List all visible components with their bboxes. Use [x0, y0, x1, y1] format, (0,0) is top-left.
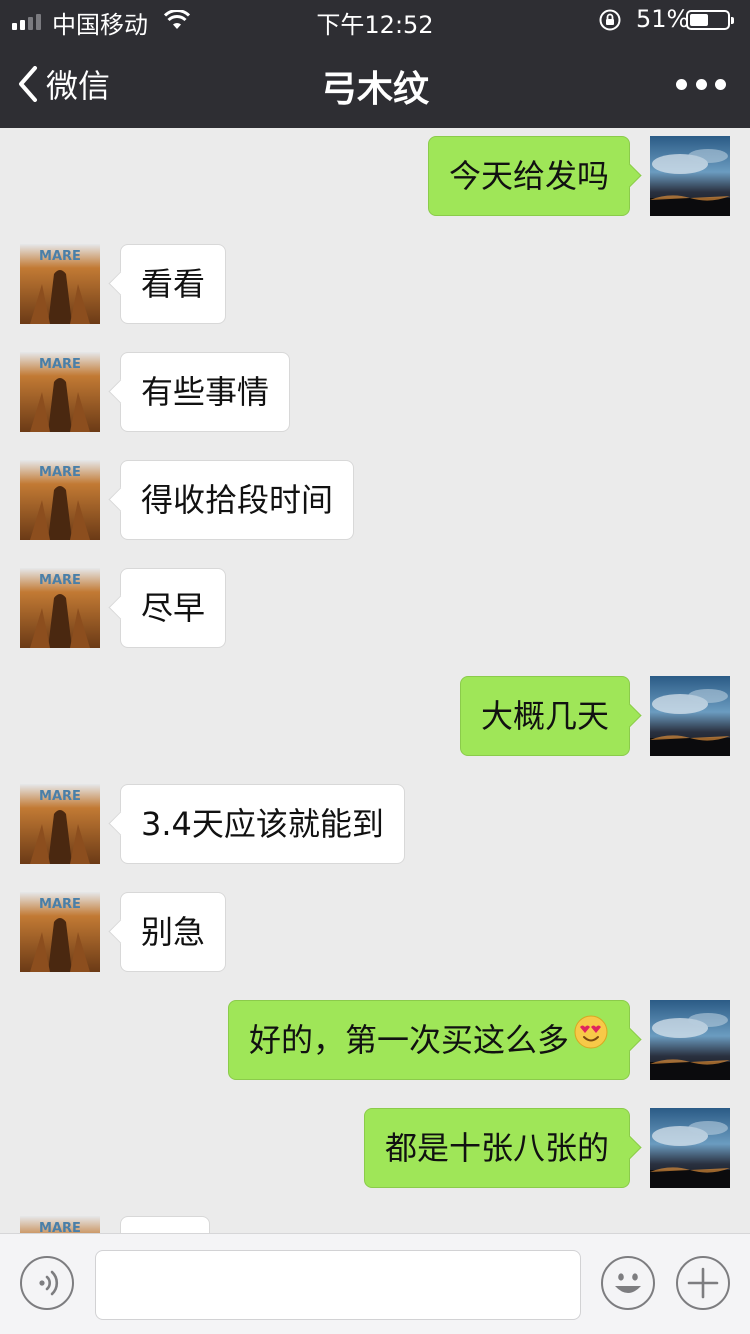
- voice-icon: [39, 1270, 59, 1296]
- received-message-bubble[interactable]: 看看: [120, 244, 227, 324]
- message-row: MARE: [0, 1216, 750, 1233]
- emoji-button[interactable]: [601, 1256, 655, 1310]
- message-row: MARE 有些事情: [0, 352, 750, 432]
- svg-text:MARE: MARE: [39, 357, 81, 372]
- message-row: MARE 别急: [0, 892, 750, 972]
- my-avatar[interactable]: [650, 676, 730, 756]
- contact-avatar[interactable]: MARE: [20, 460, 100, 540]
- heart-eyes-emoji-icon: [573, 1000, 609, 1078]
- svg-text:MARE: MARE: [39, 897, 81, 912]
- my-avatar[interactable]: [650, 136, 730, 216]
- message-row: 大概几天: [0, 676, 750, 756]
- received-message-bubble[interactable]: 得收拾段时间: [120, 460, 355, 540]
- message-row: MARE 尽早: [0, 568, 750, 648]
- smiley-icon: [615, 1273, 641, 1293]
- my-avatar[interactable]: [650, 1108, 730, 1188]
- message-input[interactable]: [95, 1250, 581, 1320]
- battery-level: [690, 14, 708, 26]
- svg-text:MARE: MARE: [39, 465, 81, 480]
- message-row: 都是十张八张的: [0, 1108, 750, 1188]
- message-row: 今天给发吗: [0, 136, 750, 216]
- battery-icon: [686, 10, 734, 30]
- more-functions-button[interactable]: [676, 1256, 730, 1310]
- svg-text:MARE: MARE: [39, 573, 81, 588]
- more-options-button[interactable]: [676, 70, 726, 98]
- battery-percent: 51%: [636, 5, 690, 33]
- contact-avatar[interactable]: MARE: [20, 1216, 100, 1233]
- svg-text:MARE: MARE: [39, 789, 81, 804]
- my-avatar[interactable]: [650, 1000, 730, 1080]
- nav-bar: 微信 弓木纹: [0, 40, 750, 128]
- contact-avatar[interactable]: MARE: [20, 892, 100, 972]
- contact-avatar[interactable]: MARE: [20, 568, 100, 648]
- svg-text:MARE: MARE: [39, 249, 81, 264]
- chat-history[interactable]: 今天给发吗 MARE 看看 MARE 有些事情 MARE 得收拾段时间 MARE…: [0, 128, 750, 1233]
- status-bar: 中国移动 下午12:52 51%: [0, 0, 750, 40]
- contact-avatar[interactable]: MARE: [20, 352, 100, 432]
- message-text: 好的，第一次买这么多: [248, 1021, 569, 1059]
- message-row: MARE 看看: [0, 244, 750, 324]
- received-message-bubble[interactable]: 3.4天应该就能到: [120, 784, 405, 864]
- received-message-bubble[interactable]: 别急: [120, 892, 227, 972]
- message-row: MARE 得收拾段时间: [0, 460, 750, 540]
- message-row: 好的，第一次买这么多: [0, 1000, 750, 1080]
- voice-input-button[interactable]: [20, 1256, 74, 1310]
- message-row: MARE 3.4天应该就能到: [0, 784, 750, 864]
- sent-message-bubble[interactable]: 好的，第一次买这么多: [227, 1000, 630, 1080]
- orientation-lock-icon: [598, 8, 622, 38]
- contact-avatar[interactable]: MARE: [20, 784, 100, 864]
- input-bar: [0, 1233, 750, 1334]
- sent-message-bubble[interactable]: 今天给发吗: [427, 136, 630, 216]
- more-dots-icon: [676, 78, 687, 90]
- plus-icon: [687, 1267, 719, 1299]
- contact-avatar[interactable]: MARE: [20, 244, 100, 324]
- received-message-bubble[interactable]: [120, 1216, 210, 1233]
- svg-text:MARE: MARE: [39, 1221, 81, 1233]
- chat-title: 弓木纹: [320, 69, 429, 110]
- received-message-bubble[interactable]: 尽早: [120, 568, 227, 648]
- sent-message-bubble[interactable]: 都是十张八张的: [363, 1108, 630, 1188]
- sent-message-bubble[interactable]: 大概几天: [459, 676, 630, 756]
- received-message-bubble[interactable]: 有些事情: [120, 352, 291, 432]
